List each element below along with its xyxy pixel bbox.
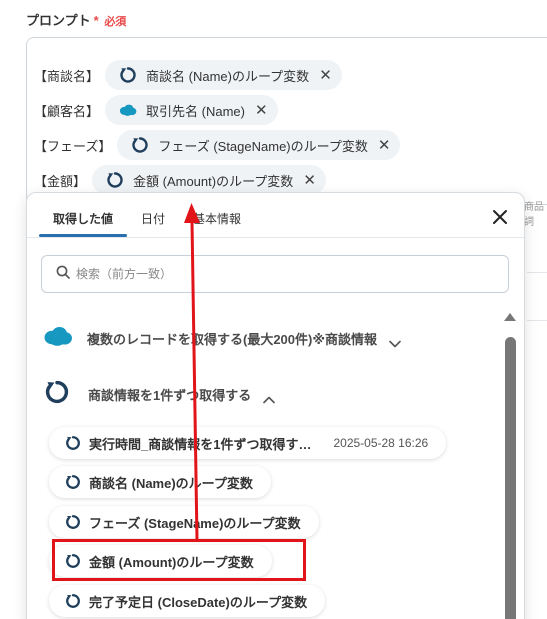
chip-label: フェーズ (StageName)のループ変数 — [158, 138, 368, 154]
prompt-row-phase: 【フェーズ】 フェーズ (StageName)のループ変数 ✕ — [34, 130, 401, 160]
loop-icon — [119, 66, 137, 84]
prompt-field-label: プロンプト * 必須 — [26, 10, 126, 29]
required-mark: * — [93, 13, 99, 28]
list-item[interactable]: 実行時間_商談情報を1件ずつ取得す… 2025-05-28 16:26 — [49, 427, 447, 459]
tabs-divider — [27, 237, 524, 238]
item-value: 2025-05-28 16:26 — [333, 436, 429, 450]
prompt-row-label: 【顧客名】 — [34, 103, 100, 119]
chip-label: 取引先名 (Name) — [146, 103, 245, 119]
loop-icon — [131, 136, 149, 154]
tab-date[interactable]: 日付 — [127, 193, 179, 237]
scroll-thumb[interactable] — [505, 337, 516, 619]
salesforce-cloud-icon — [119, 101, 137, 119]
scrollbar[interactable] — [504, 313, 516, 619]
item-label: 完了予定日 (CloseDate)のループ変数 — [89, 594, 308, 610]
background-text-fragment: 商品詞 — [524, 202, 544, 228]
item-label: フェーズ (StageName)のループ変数 — [89, 515, 301, 531]
loop-icon — [65, 593, 81, 609]
list-item[interactable]: 完了予定日 (CloseDate)のループ変数 — [49, 585, 326, 617]
chevron-up-icon — [263, 391, 276, 403]
loop-icon — [65, 514, 81, 530]
item-label: 実行時間_商談情報を1件ずつ取得す… — [89, 436, 312, 452]
prompt-row-deal-name: 【商談名】 商談名 (Name)のループ変数 ✕ — [34, 60, 342, 90]
close-icon[interactable] — [492, 209, 508, 225]
variable-chip[interactable]: 金額 (Amount)のループ変数 ✕ — [92, 165, 326, 195]
loop-icon — [44, 379, 70, 410]
search-box — [41, 255, 509, 293]
scroll-up-arrow-icon[interactable] — [504, 313, 516, 321]
chip-label: 金額 (Amount)のループ変数 — [133, 173, 294, 189]
section-title: 商談情報を1件ずつ取得する — [88, 388, 252, 403]
search-input[interactable] — [76, 267, 456, 281]
list-item[interactable]: 商談名 (Name)のループ変数 — [49, 466, 271, 498]
loop-icon — [65, 474, 81, 490]
section-title: 複数のレコードを取得する(最大200件)※商談情報 — [87, 332, 377, 347]
loop-icon — [65, 435, 81, 451]
remove-chip-icon[interactable]: ✕ — [303, 173, 316, 188]
prompt-row-label: 【金額】 — [34, 173, 87, 189]
prompt-row-label: 【商談名】 — [34, 68, 100, 84]
remove-chip-icon[interactable]: ✕ — [255, 103, 268, 118]
required-text: 必須 — [104, 16, 127, 28]
field-label-text: プロンプト — [26, 13, 91, 28]
variable-chip[interactable]: フェーズ (StageName)のループ変数 ✕ — [117, 130, 401, 160]
chevron-down-icon — [389, 335, 401, 347]
variable-chip[interactable]: 商談名 (Name)のループ変数 ✕ — [105, 60, 342, 90]
prompt-row-label: 【フェーズ】 — [34, 138, 112, 154]
prompt-row-amount: 【金額】 金額 (Amount)のループ変数 ✕ — [34, 165, 326, 195]
chip-label: 商談名 (Name)のループ変数 — [146, 68, 310, 84]
background-divider — [527, 272, 547, 273]
variable-chip[interactable]: 取引先名 (Name) ✕ — [105, 95, 278, 125]
picker-tabs: 取得した値 日付 基本情報 — [39, 193, 255, 237]
section-multi-record[interactable]: 複数のレコードを取得する(最大200件)※商談情報 — [43, 325, 401, 352]
prompt-row-customer-name: 【顧客名】 取引先名 (Name) ✕ — [34, 95, 278, 125]
background-divider — [527, 320, 547, 321]
item-label: 商談名 (Name)のループ変数 — [89, 475, 253, 491]
tab-basic-info[interactable]: 基本情報 — [179, 193, 255, 237]
list-item[interactable]: フェーズ (StageName)のループ変数 — [49, 506, 319, 538]
search-icon — [56, 265, 70, 284]
section-single-record-loop[interactable]: 商談情報を1件ずつ取得する — [43, 379, 276, 410]
remove-chip-icon[interactable]: ✕ — [378, 138, 391, 153]
salesforce-cloud-icon — [43, 325, 73, 352]
tab-retrieved-values[interactable]: 取得した値 — [39, 193, 128, 237]
remove-chip-icon[interactable]: ✕ — [319, 68, 332, 83]
loop-icon — [106, 171, 124, 189]
annotation-highlight-box — [52, 539, 306, 581]
